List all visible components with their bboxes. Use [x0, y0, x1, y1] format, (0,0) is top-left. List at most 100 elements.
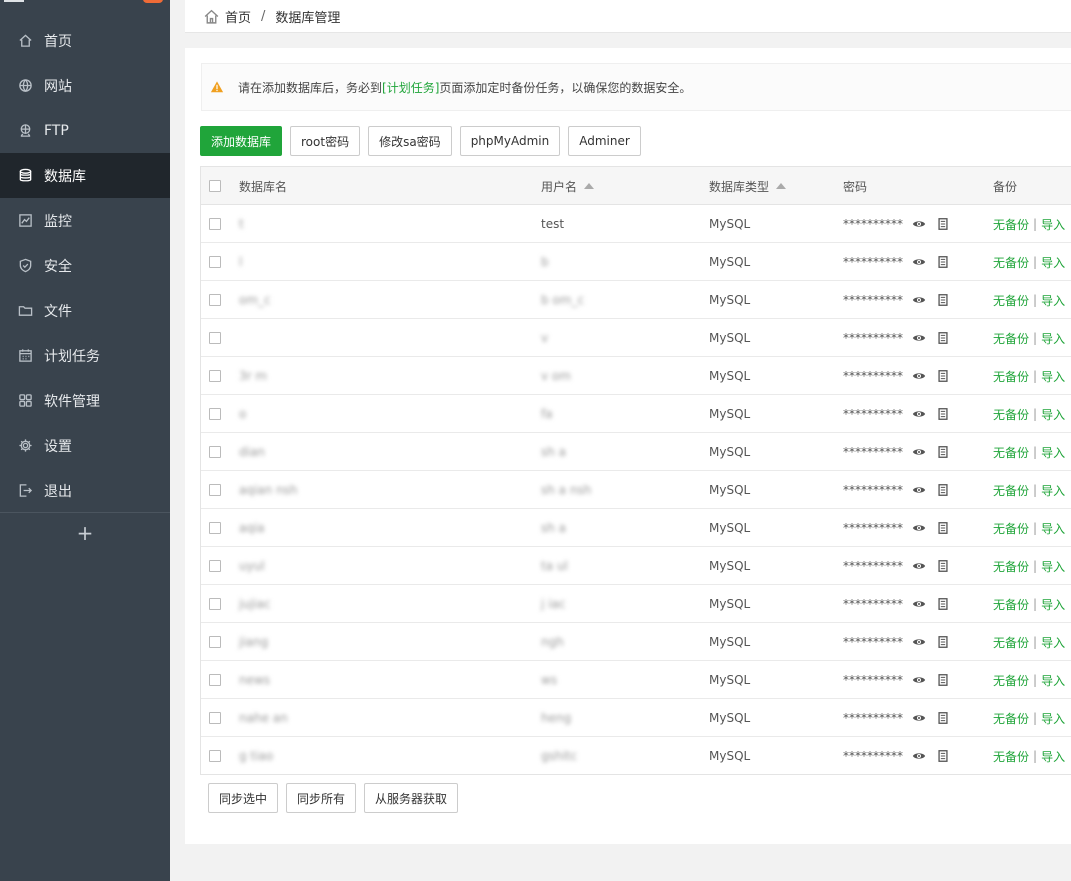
- row-checkbox[interactable]: [209, 218, 221, 230]
- import-link[interactable]: 导入: [1041, 406, 1065, 423]
- sidebar-item-settings[interactable]: 设置: [0, 423, 170, 468]
- sync-all-button[interactable]: 同步所有: [286, 783, 357, 813]
- header-user-sort[interactable]: 用户名: [541, 167, 595, 205]
- change-sa-password-button[interactable]: 修改sa密码: [368, 126, 452, 156]
- copy-icon[interactable]: [935, 710, 951, 726]
- backup-link[interactable]: 无备份: [993, 444, 1029, 461]
- import-link[interactable]: 导入: [1041, 710, 1065, 727]
- import-link[interactable]: 导入: [1041, 558, 1065, 575]
- home-icon[interactable]: [203, 7, 221, 25]
- backup-link[interactable]: 无备份: [993, 710, 1029, 727]
- backup-link[interactable]: 无备份: [993, 368, 1029, 385]
- root-password-button[interactable]: root密码: [290, 126, 361, 156]
- eye-icon[interactable]: [911, 482, 927, 498]
- backup-link[interactable]: 无备份: [993, 330, 1029, 347]
- eye-icon[interactable]: [911, 444, 927, 460]
- row-checkbox[interactable]: [209, 370, 221, 382]
- copy-icon[interactable]: [935, 672, 951, 688]
- notice-cron-link[interactable]: [计划任务]: [382, 79, 439, 96]
- import-link[interactable]: 导入: [1041, 596, 1065, 613]
- import-link[interactable]: 导入: [1041, 634, 1065, 651]
- import-link[interactable]: 导入: [1041, 482, 1065, 499]
- row-checkbox[interactable]: [209, 332, 221, 344]
- backup-link[interactable]: 无备份: [993, 292, 1029, 309]
- row-checkbox[interactable]: [209, 636, 221, 648]
- copy-icon[interactable]: [935, 634, 951, 650]
- add-database-button[interactable]: 添加数据库: [200, 126, 283, 156]
- backup-link[interactable]: 无备份: [993, 596, 1029, 613]
- backup-link[interactable]: 无备份: [993, 748, 1029, 765]
- backup-link[interactable]: 无备份: [993, 520, 1029, 537]
- row-checkbox[interactable]: [209, 750, 221, 762]
- eye-icon[interactable]: [911, 710, 927, 726]
- import-link[interactable]: 导入: [1041, 292, 1065, 309]
- backup-link[interactable]: 无备份: [993, 672, 1029, 689]
- breadcrumb-home[interactable]: 首页: [225, 7, 251, 26]
- backup-link[interactable]: 无备份: [993, 634, 1029, 651]
- eye-icon[interactable]: [911, 558, 927, 574]
- copy-icon[interactable]: [935, 330, 951, 346]
- copy-icon[interactable]: [935, 596, 951, 612]
- notification-badge[interactable]: [143, 0, 163, 3]
- row-checkbox[interactable]: [209, 522, 221, 534]
- copy-icon[interactable]: [935, 558, 951, 574]
- backup-link[interactable]: 无备份: [993, 406, 1029, 423]
- copy-icon[interactable]: [935, 292, 951, 308]
- eye-icon[interactable]: [911, 520, 927, 536]
- copy-icon[interactable]: [935, 520, 951, 536]
- header-type-sort[interactable]: 数据库类型: [709, 167, 787, 205]
- eye-icon[interactable]: [911, 254, 927, 270]
- eye-icon[interactable]: [911, 292, 927, 308]
- import-link[interactable]: 导入: [1041, 520, 1065, 537]
- import-link[interactable]: 导入: [1041, 368, 1065, 385]
- import-link[interactable]: 导入: [1041, 216, 1065, 233]
- sync-selected-button[interactable]: 同步选中: [208, 783, 279, 813]
- row-checkbox[interactable]: [209, 674, 221, 686]
- get-from-server-button[interactable]: 从服务器获取: [364, 783, 459, 813]
- copy-icon[interactable]: [935, 444, 951, 460]
- row-checkbox[interactable]: [209, 484, 221, 496]
- eye-icon[interactable]: [911, 748, 927, 764]
- eye-icon[interactable]: [911, 406, 927, 422]
- import-link[interactable]: 导入: [1041, 748, 1065, 765]
- backup-link[interactable]: 无备份: [993, 254, 1029, 271]
- backup-link[interactable]: 无备份: [993, 558, 1029, 575]
- phpmyadmin-button[interactable]: phpMyAdmin: [459, 126, 561, 156]
- import-link[interactable]: 导入: [1041, 330, 1065, 347]
- eye-icon[interactable]: [911, 368, 927, 384]
- sidebar-item-files[interactable]: 文件: [0, 288, 170, 333]
- backup-link[interactable]: 无备份: [993, 216, 1029, 233]
- row-checkbox[interactable]: [209, 560, 221, 572]
- backup-link[interactable]: 无备份: [993, 482, 1029, 499]
- eye-icon[interactable]: [911, 672, 927, 688]
- copy-icon[interactable]: [935, 254, 951, 270]
- sidebar-item-software[interactable]: 软件管理: [0, 378, 170, 423]
- row-checkbox[interactable]: [209, 446, 221, 458]
- import-link[interactable]: 导入: [1041, 254, 1065, 271]
- copy-icon[interactable]: [935, 748, 951, 764]
- eye-icon[interactable]: [911, 216, 927, 232]
- eye-icon[interactable]: [911, 596, 927, 612]
- row-checkbox[interactable]: [209, 712, 221, 724]
- select-all-checkbox[interactable]: [209, 180, 221, 192]
- sidebar-item-website[interactable]: 网站: [0, 63, 170, 108]
- row-checkbox[interactable]: [209, 256, 221, 268]
- sidebar-item-logout[interactable]: 退出: [0, 468, 170, 513]
- sidebar-item-security[interactable]: 安全: [0, 243, 170, 288]
- sidebar-item-home[interactable]: 首页: [0, 18, 170, 63]
- import-link[interactable]: 导入: [1041, 672, 1065, 689]
- sidebar-item-database[interactable]: 数据库: [0, 153, 170, 198]
- eye-icon[interactable]: [911, 330, 927, 346]
- row-checkbox[interactable]: [209, 598, 221, 610]
- eye-icon[interactable]: [911, 634, 927, 650]
- row-checkbox[interactable]: [209, 294, 221, 306]
- copy-icon[interactable]: [935, 406, 951, 422]
- adminer-button[interactable]: Adminer: [568, 126, 641, 156]
- sidebar-item-monitor[interactable]: 监控: [0, 198, 170, 243]
- add-menu-button[interactable]: +: [0, 514, 170, 552]
- copy-icon[interactable]: [935, 482, 951, 498]
- import-link[interactable]: 导入: [1041, 444, 1065, 461]
- sidebar-item-ftp[interactable]: FTP: [0, 108, 170, 153]
- row-checkbox[interactable]: [209, 408, 221, 420]
- copy-icon[interactable]: [935, 368, 951, 384]
